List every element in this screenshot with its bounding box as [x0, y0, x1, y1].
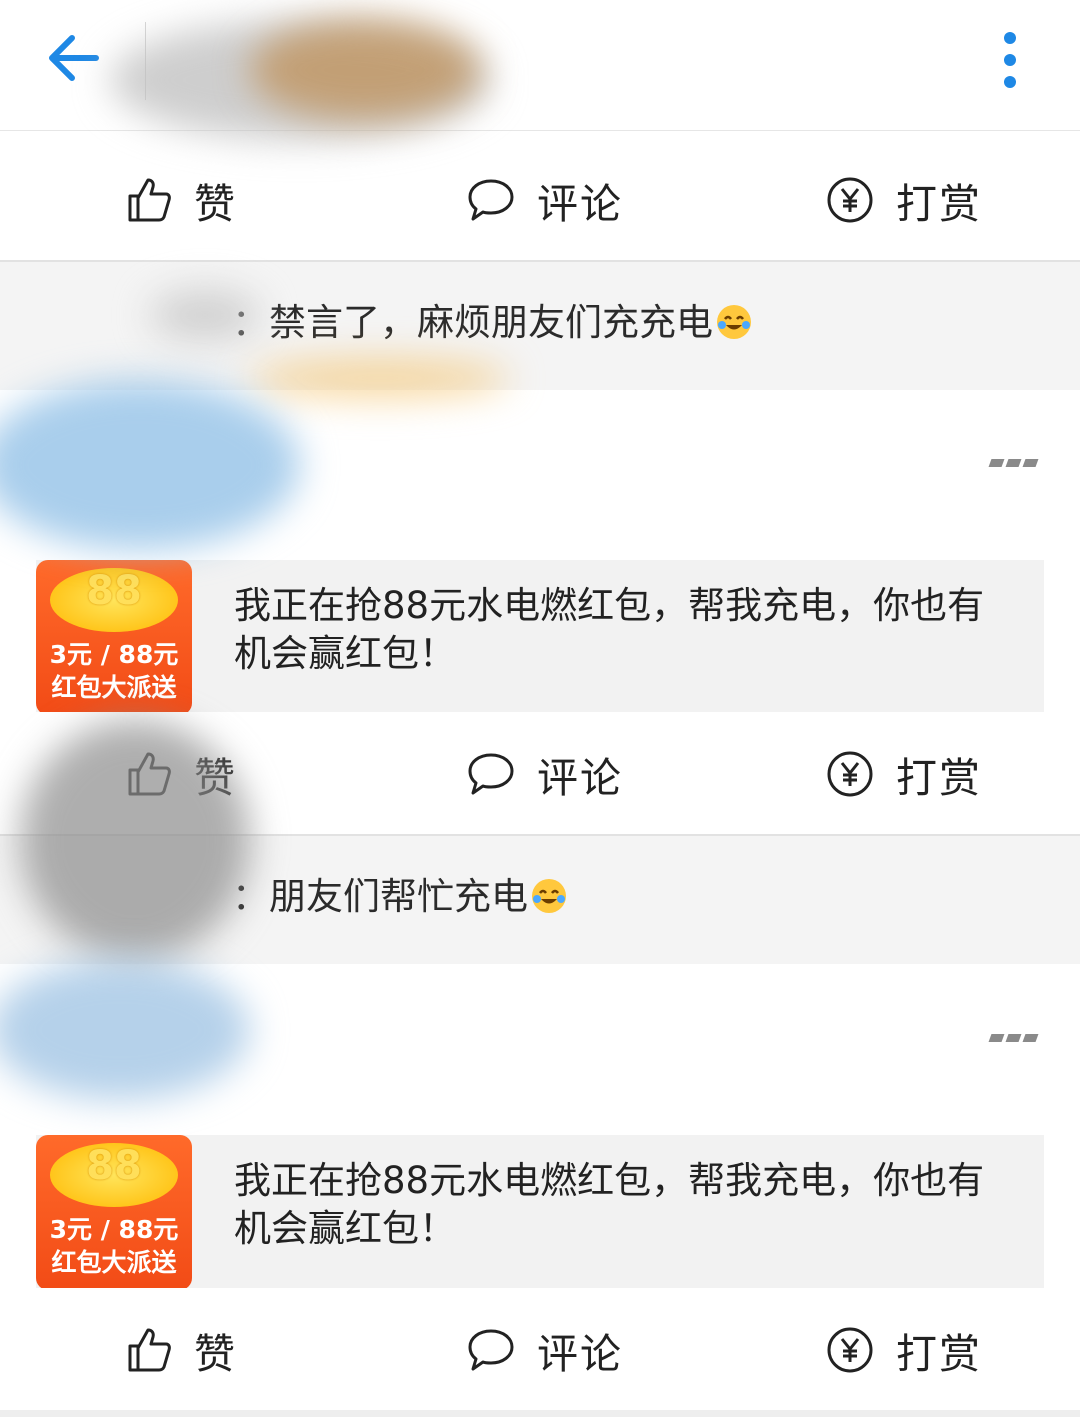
red-packet-thumbnail: 88 3元 / 88元 红包大派送 — [36, 560, 192, 715]
like-button[interactable]: 赞 — [126, 138, 237, 262]
action-bar: 赞 评论 打赏 — [0, 1288, 1080, 1412]
like-label: 赞 — [194, 180, 237, 228]
thumbs-up-icon — [128, 178, 171, 222]
thumbs-up-icon — [128, 1328, 171, 1372]
bottom-divider — [0, 1410, 1080, 1417]
comment-text: 禁言了，麻烦朋友们充充电 — [269, 301, 713, 344]
comment-separator: ： — [232, 301, 269, 344]
post-options-icon[interactable] — [988, 455, 1040, 471]
share-card[interactable]: 88 3元 / 88元 红包大派送 我正在抢88元水电燃红包，帮我充电，你也有机… — [36, 1135, 1044, 1290]
reward-label: 打赏 — [896, 1330, 982, 1378]
like-label: 赞 — [194, 1330, 237, 1378]
redaction-smudge — [0, 960, 250, 1100]
red-packet-thumbnail: 88 3元 / 88元 红包大派送 — [36, 1135, 192, 1290]
speech-bubble-icon — [468, 1329, 514, 1371]
like-label: 赞 — [194, 754, 237, 802]
topbar-divider — [145, 22, 146, 100]
yuan-coin-icon — [827, 751, 873, 797]
share-card-text: 我正在抢88元水电燃红包，帮我充电，你也有机会赢红包！ — [234, 1159, 985, 1250]
like-button[interactable]: 赞 — [126, 712, 237, 836]
comment-separator: ： — [232, 875, 269, 918]
comment-label: 评论 — [537, 180, 623, 228]
yuan-coin-icon — [827, 1327, 873, 1373]
comment-area: ：朋友们帮忙充电 — [0, 836, 1080, 964]
comment-item[interactable]: ：朋友们帮忙充电 — [232, 866, 568, 920]
comment-item[interactable]: ：禁言了，麻烦朋友们充充电 — [232, 292, 753, 346]
reward-button[interactable]: 打赏 — [826, 138, 982, 262]
like-button[interactable]: 赞 — [126, 1288, 237, 1412]
laughing-tears-emoji-icon — [532, 879, 566, 913]
thumbnail-coin-text: 88 — [86, 568, 142, 614]
thumbnail-promo-text: 红包大派送 — [51, 673, 177, 702]
share-card[interactable]: 88 3元 / 88元 红包大派送 我正在抢88元水电燃红包，帮我充电，你也有机… — [36, 560, 1044, 715]
thumbnail-coin-text: 88 — [86, 1143, 142, 1189]
reward-button[interactable]: 打赏 — [826, 712, 982, 836]
comment-button[interactable]: 评论 — [467, 138, 623, 262]
action-bar: 赞 评论 打赏 — [0, 712, 1080, 836]
speech-bubble-icon — [468, 753, 514, 795]
top-bar — [0, 0, 1080, 131]
more-menu-icon[interactable] — [990, 28, 1030, 92]
action-bar: 赞 评论 打赏 — [0, 138, 1080, 262]
thumbnail-price-text: 3元 / 88元 — [49, 640, 179, 669]
reward-label: 打赏 — [896, 180, 982, 228]
comment-label: 评论 — [537, 754, 623, 802]
reward-label: 打赏 — [896, 754, 982, 802]
comment-area: ：禁言了，麻烦朋友们充充电 — [0, 262, 1080, 390]
yuan-coin-icon — [827, 177, 873, 223]
laughing-tears-emoji-icon — [717, 305, 751, 339]
reward-button[interactable]: 打赏 — [826, 1288, 982, 1412]
comment-button[interactable]: 评论 — [467, 712, 623, 836]
back-arrow-icon[interactable] — [46, 30, 102, 86]
speech-bubble-icon — [468, 179, 514, 221]
share-card-text: 我正在抢88元水电燃红包，帮我充电，你也有机会赢红包！ — [234, 584, 985, 675]
post-options-icon[interactable] — [988, 1030, 1040, 1046]
comment-text: 朋友们帮忙充电 — [269, 875, 528, 918]
thumbnail-price-text: 3元 / 88元 — [49, 1215, 179, 1244]
comment-label: 评论 — [537, 1330, 623, 1378]
thumbs-up-icon — [128, 752, 171, 796]
thumbnail-promo-text: 红包大派送 — [51, 1248, 177, 1277]
comment-button[interactable]: 评论 — [467, 1288, 623, 1412]
redaction-smudge — [0, 380, 300, 550]
